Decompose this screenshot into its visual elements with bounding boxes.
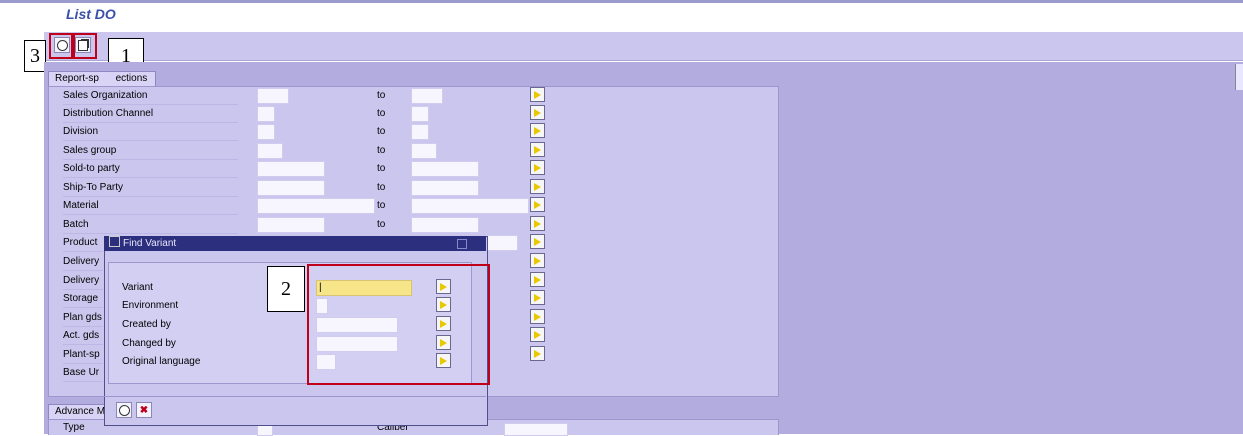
dialog-divider — [104, 396, 486, 397]
application-toolbar — [44, 32, 1243, 61]
to-field[interactable] — [411, 124, 429, 140]
multiple-selection-arrow-icon[interactable] — [530, 216, 545, 231]
from-field[interactable] — [257, 124, 275, 140]
from-field[interactable] — [257, 217, 325, 233]
multiple-selection-arrow-icon[interactable] — [530, 346, 545, 361]
dialog-window-icon — [109, 236, 120, 247]
to-label: to — [377, 145, 386, 156]
to-field[interactable] — [411, 217, 479, 233]
multiple-selection-arrow-icon[interactable] — [530, 272, 545, 287]
to-field[interactable] — [411, 180, 479, 196]
multiple-selection-arrow-icon[interactable] — [530, 234, 545, 249]
row-label: Material — [63, 198, 238, 215]
callout-1-box — [71, 33, 97, 59]
callout-3: 3 — [24, 40, 46, 72]
dialog-title: Find Variant — [123, 238, 177, 249]
from-field[interactable] — [257, 180, 325, 196]
row-label: Storage — [63, 291, 103, 308]
callout-2: 2 — [267, 266, 305, 312]
from-field[interactable] — [257, 161, 325, 177]
row-label: Delivery — [63, 254, 103, 271]
row-label: Plant-sp — [63, 347, 103, 364]
multiple-selection-arrow-icon[interactable] — [530, 160, 545, 175]
to-label: to — [377, 108, 386, 119]
to-field[interactable] — [411, 161, 479, 177]
multiple-selection-arrow-icon[interactable] — [530, 309, 545, 324]
to-label: to — [377, 182, 386, 193]
execute-clock-icon — [118, 404, 130, 416]
callout-2-box — [307, 264, 490, 385]
from-field[interactable] — [257, 88, 289, 104]
row-label: Division — [63, 124, 238, 141]
multiple-selection-arrow-icon[interactable] — [530, 105, 545, 120]
row-label: Sales Organization — [63, 88, 238, 105]
row-label: Ship-To Party — [63, 180, 238, 197]
row-label: Sold-to party — [63, 161, 238, 178]
top-border — [0, 0, 1243, 3]
cancel-x-icon: ✖ — [139, 404, 149, 416]
multiple-selection-arrow-icon[interactable] — [530, 253, 545, 268]
created-by-label: Created by — [122, 319, 171, 330]
multiple-selection-arrow-icon[interactable] — [530, 123, 545, 138]
multiple-selection-arrow-icon[interactable] — [530, 87, 545, 102]
changed-by-label: Changed by — [122, 338, 176, 349]
close-window-icon[interactable] — [457, 239, 467, 249]
multiple-selection-arrow-icon[interactable] — [530, 142, 545, 157]
type-label: Type — [63, 422, 85, 433]
to-field[interactable] — [411, 143, 437, 159]
row-label: Act. gds — [63, 328, 103, 345]
dialog-cancel-button[interactable]: ✖ — [136, 402, 152, 418]
row-label: Base Ur — [63, 365, 103, 382]
row-label: Delivery — [63, 273, 103, 290]
vertical-scrollbar[interactable] — [1235, 64, 1243, 90]
to-label: to — [377, 126, 386, 137]
multiple-selection-arrow-icon[interactable] — [530, 179, 545, 194]
row-label: Plan gds — [63, 310, 103, 327]
to-label: to — [377, 219, 386, 230]
multiple-selection-arrow-icon[interactable] — [530, 197, 545, 212]
to-field[interactable] — [486, 235, 518, 251]
environment-label: Environment — [122, 300, 179, 311]
row-label: Batch — [63, 217, 238, 234]
original-language-label: Original language — [122, 356, 201, 367]
multiple-selection-arrow-icon[interactable] — [530, 290, 545, 305]
caliber-field[interactable] — [504, 423, 568, 436]
row-label: Distribution Channel — [63, 106, 238, 123]
variant-label: Variant — [122, 282, 153, 293]
to-label: to — [377, 90, 386, 101]
multiple-selection-arrow-icon[interactable] — [530, 327, 545, 342]
to-field[interactable] — [411, 106, 429, 122]
page-title: List DO — [66, 6, 116, 22]
dialog-execute-button[interactable] — [116, 402, 132, 418]
from-field[interactable] — [257, 106, 275, 122]
from-field[interactable] — [257, 143, 283, 159]
row-label: Sales group — [63, 143, 238, 160]
to-label: to — [377, 163, 386, 174]
to-label: to — [377, 200, 386, 211]
to-field[interactable] — [411, 88, 443, 104]
tab-report-selections[interactable]: Report-sp ections — [48, 71, 157, 86]
from-field[interactable] — [257, 198, 375, 214]
to-field[interactable] — [411, 198, 529, 214]
dialog-title-bar: Find Variant — [104, 236, 486, 251]
row-label: Product — [63, 235, 103, 252]
